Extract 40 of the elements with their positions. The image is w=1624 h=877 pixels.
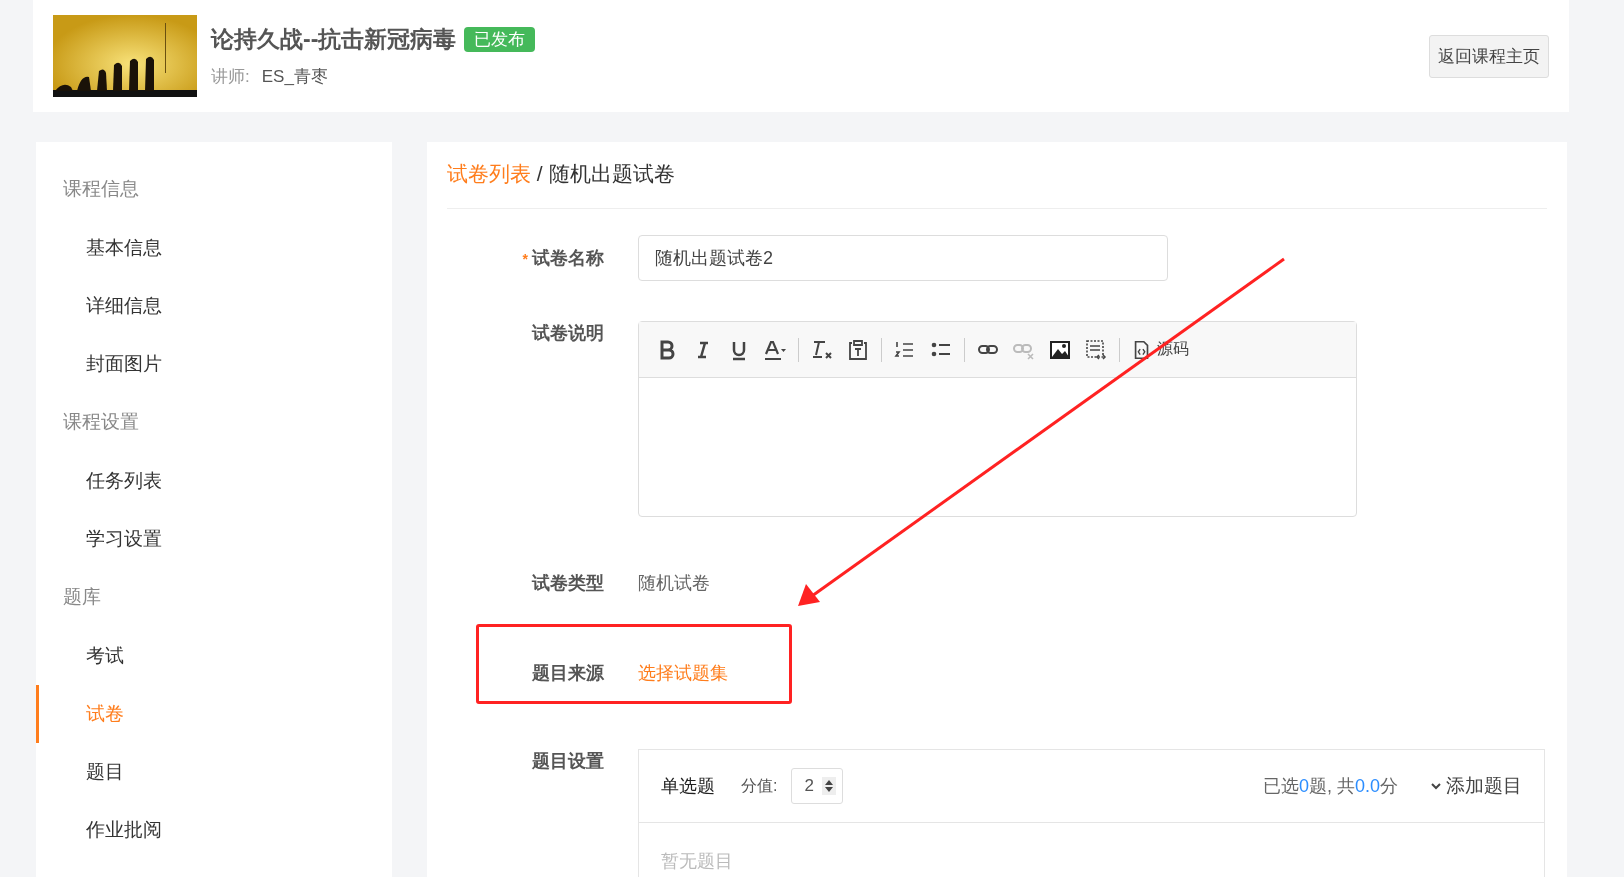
field-label: 试卷名称: [532, 248, 604, 268]
breadcrumb-current: 随机出题试卷: [548, 162, 675, 185]
chevron-down-icon: [1430, 780, 1442, 792]
toolbar-separator: [1119, 337, 1120, 362]
field-label: 试卷说明: [532, 323, 604, 343]
type-value: 随机试卷: [638, 572, 710, 595]
required-mark: *: [522, 251, 528, 267]
sidebar-item[interactable]: 详细信息: [36, 277, 392, 335]
sidebar-item[interactable]: 题目: [36, 743, 392, 801]
sidebar-item[interactable]: 任务列表: [36, 452, 392, 510]
template-icon[interactable]: [1084, 337, 1108, 362]
score-label: 分值:: [741, 775, 778, 796]
sidebar-item[interactable]: 作业批阅: [36, 801, 392, 859]
sidebar-group-title: 课程设置: [62, 410, 140, 434]
field-label: 试卷类型: [532, 573, 604, 593]
spinner-arrows-icon[interactable]: [822, 777, 837, 795]
back-button[interactable]: 返回课程主页: [1429, 34, 1549, 78]
toolbar-separator: [881, 337, 882, 362]
course-title: 论持久战--抗击新冠病毒: [211, 25, 457, 54]
sidebar-item[interactable]: 封面图片: [36, 335, 392, 393]
name-input[interactable]: 随机出题试卷2: [638, 235, 1168, 281]
field-label: 题目设置: [532, 751, 604, 771]
selection-summary: 已选0题, 共0.0分: [1262, 775, 1398, 798]
sidebar-item[interactable]: 考试: [36, 627, 392, 685]
sidebar-group-title: 课程信息: [62, 177, 140, 201]
field-label: 题目来源: [532, 663, 604, 683]
add-question-button[interactable]: 添加题目: [1430, 773, 1522, 799]
teacher-label: 讲师:: [211, 67, 250, 86]
toolbar-separator: [964, 337, 965, 362]
sidebar-group-title: 题库: [62, 585, 102, 609]
toolbar-separator: [798, 337, 799, 362]
sidebar-item[interactable]: 学习设置: [36, 510, 392, 568]
empty-message: 暂无题目: [660, 850, 734, 873]
sidebar-item[interactable]: 基本信息: [36, 219, 392, 277]
teacher-name: ES_青枣: [261, 67, 328, 86]
clipboard-icon[interactable]: [846, 337, 870, 362]
status-badge: 已发布: [464, 27, 536, 52]
question-type: 单选题: [661, 775, 715, 798]
score-spinner[interactable]: 2: [791, 768, 844, 804]
breadcrumb-separator: /: [535, 162, 544, 185]
